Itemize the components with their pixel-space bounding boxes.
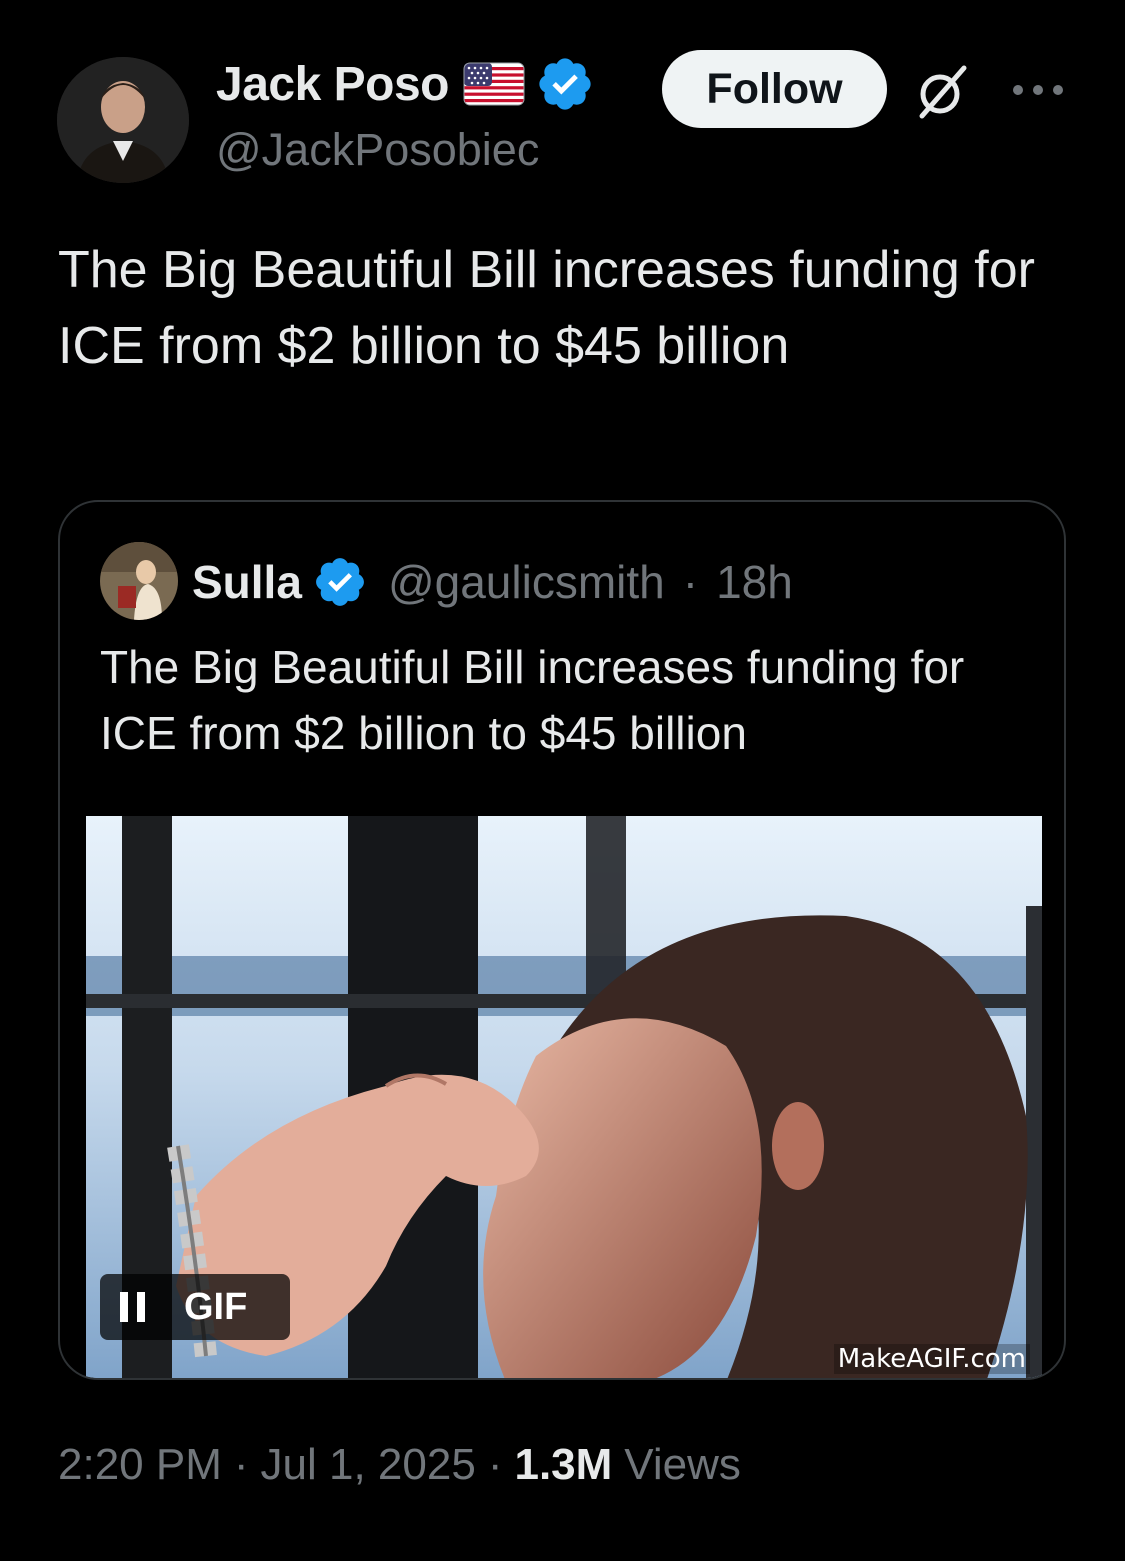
author-display-name[interactable]: Jack Poso — [216, 57, 449, 112]
separator-dot: · — [233, 1440, 249, 1489]
quote-handle[interactable]: @gaulicsmith — [388, 555, 665, 609]
verified-badge-icon[interactable] — [535, 54, 595, 114]
tweet-date[interactable]: Jul 1, 2025 — [261, 1440, 476, 1490]
separator-dot: · — [487, 1440, 503, 1489]
follow-button[interactable]: Follow — [662, 50, 887, 128]
quote-avatar-image — [100, 542, 178, 620]
verified-badge-icon[interactable] — [312, 554, 368, 610]
author-avatar-image — [57, 57, 189, 183]
gif-badge[interactable]: GIF — [100, 1274, 290, 1340]
quote-header: Sulla @gaulicsmith · 18h — [192, 550, 793, 614]
pause-icon[interactable] — [118, 1290, 148, 1324]
us-flag-icon — [463, 62, 525, 106]
views-count[interactable]: 1.3M — [514, 1440, 612, 1490]
quote-timestamp[interactable]: 18h — [716, 555, 793, 609]
gif-label: GIF — [184, 1285, 248, 1328]
tweet-time[interactable]: 2:20 PM — [58, 1440, 222, 1490]
author-handle[interactable]: @JackPosobiec — [216, 124, 539, 176]
quote-text: The Big Beautiful Bill increases funding… — [100, 641, 965, 759]
tweet-text: The Big Beautiful Bill increases funding… — [58, 241, 1035, 375]
quoted-tweet-card[interactable]: Sulla @gaulicsmith · 18h The Big Beautif… — [58, 500, 1066, 1380]
watermark-text: MakeAGIF.com — [833, 1344, 1030, 1374]
grok-icon[interactable] — [912, 62, 972, 122]
separator-dot: · — [682, 556, 699, 608]
author-avatar[interactable] — [57, 57, 189, 183]
quote-display-name[interactable]: Sulla — [192, 555, 302, 609]
quote-author-avatar[interactable] — [100, 542, 178, 620]
author-name-row: Jack Poso — [216, 52, 595, 116]
gif-media[interactable]: GIF MakeAGIF.com — [86, 816, 1042, 1378]
tweet-meta: 2:20 PM · Jul 1, 2025 · 1.3M Views — [58, 1440, 741, 1490]
views-label[interactable]: Views — [624, 1440, 741, 1490]
more-icon[interactable] — [1010, 78, 1066, 102]
